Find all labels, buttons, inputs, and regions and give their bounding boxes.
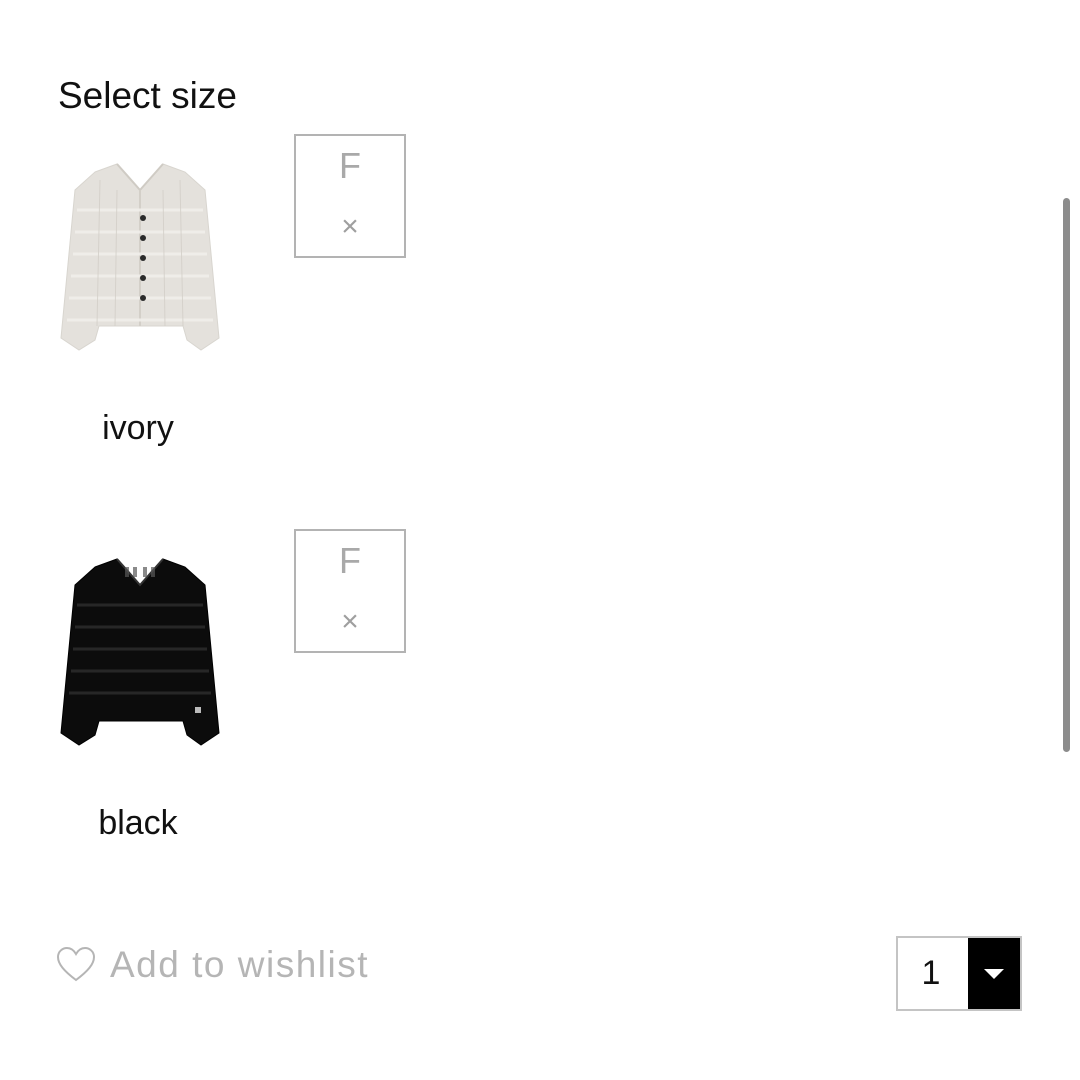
sold-out-cross-icon: × [341, 605, 359, 638]
wishlist-label: Add to wishlist [110, 944, 369, 985]
product-image-ivory[interactable] [55, 150, 225, 360]
color-label-black: black [98, 804, 178, 842]
quantity-value: 1 [921, 954, 941, 992]
heart-icon [56, 945, 96, 985]
size-label: F [339, 540, 361, 581]
size-option-f-ivory[interactable]: F × [294, 134, 406, 258]
sold-out-cross-icon: × [341, 210, 359, 243]
caret-down-icon [984, 968, 1004, 979]
select-size-heading: Select size [58, 75, 237, 116]
size-option-f-black[interactable]: F × [294, 529, 406, 653]
add-to-wishlist-button[interactable]: Add to wishlist [56, 940, 369, 990]
color-label-ivory: ivory [102, 409, 174, 447]
cardigan-ivory-image [60, 163, 220, 351]
scrollbar-thumb[interactable] [1063, 198, 1070, 752]
size-selection-panel: Select size ivory F × black F × Add to w… [0, 0, 1080, 1080]
product-image-black[interactable] [55, 545, 225, 755]
quantity-select[interactable]: 1 [896, 936, 1022, 1011]
dropdown-arrow[interactable] [968, 938, 1020, 1009]
cardigan-black-image [60, 558, 220, 746]
size-label: F [339, 145, 361, 186]
